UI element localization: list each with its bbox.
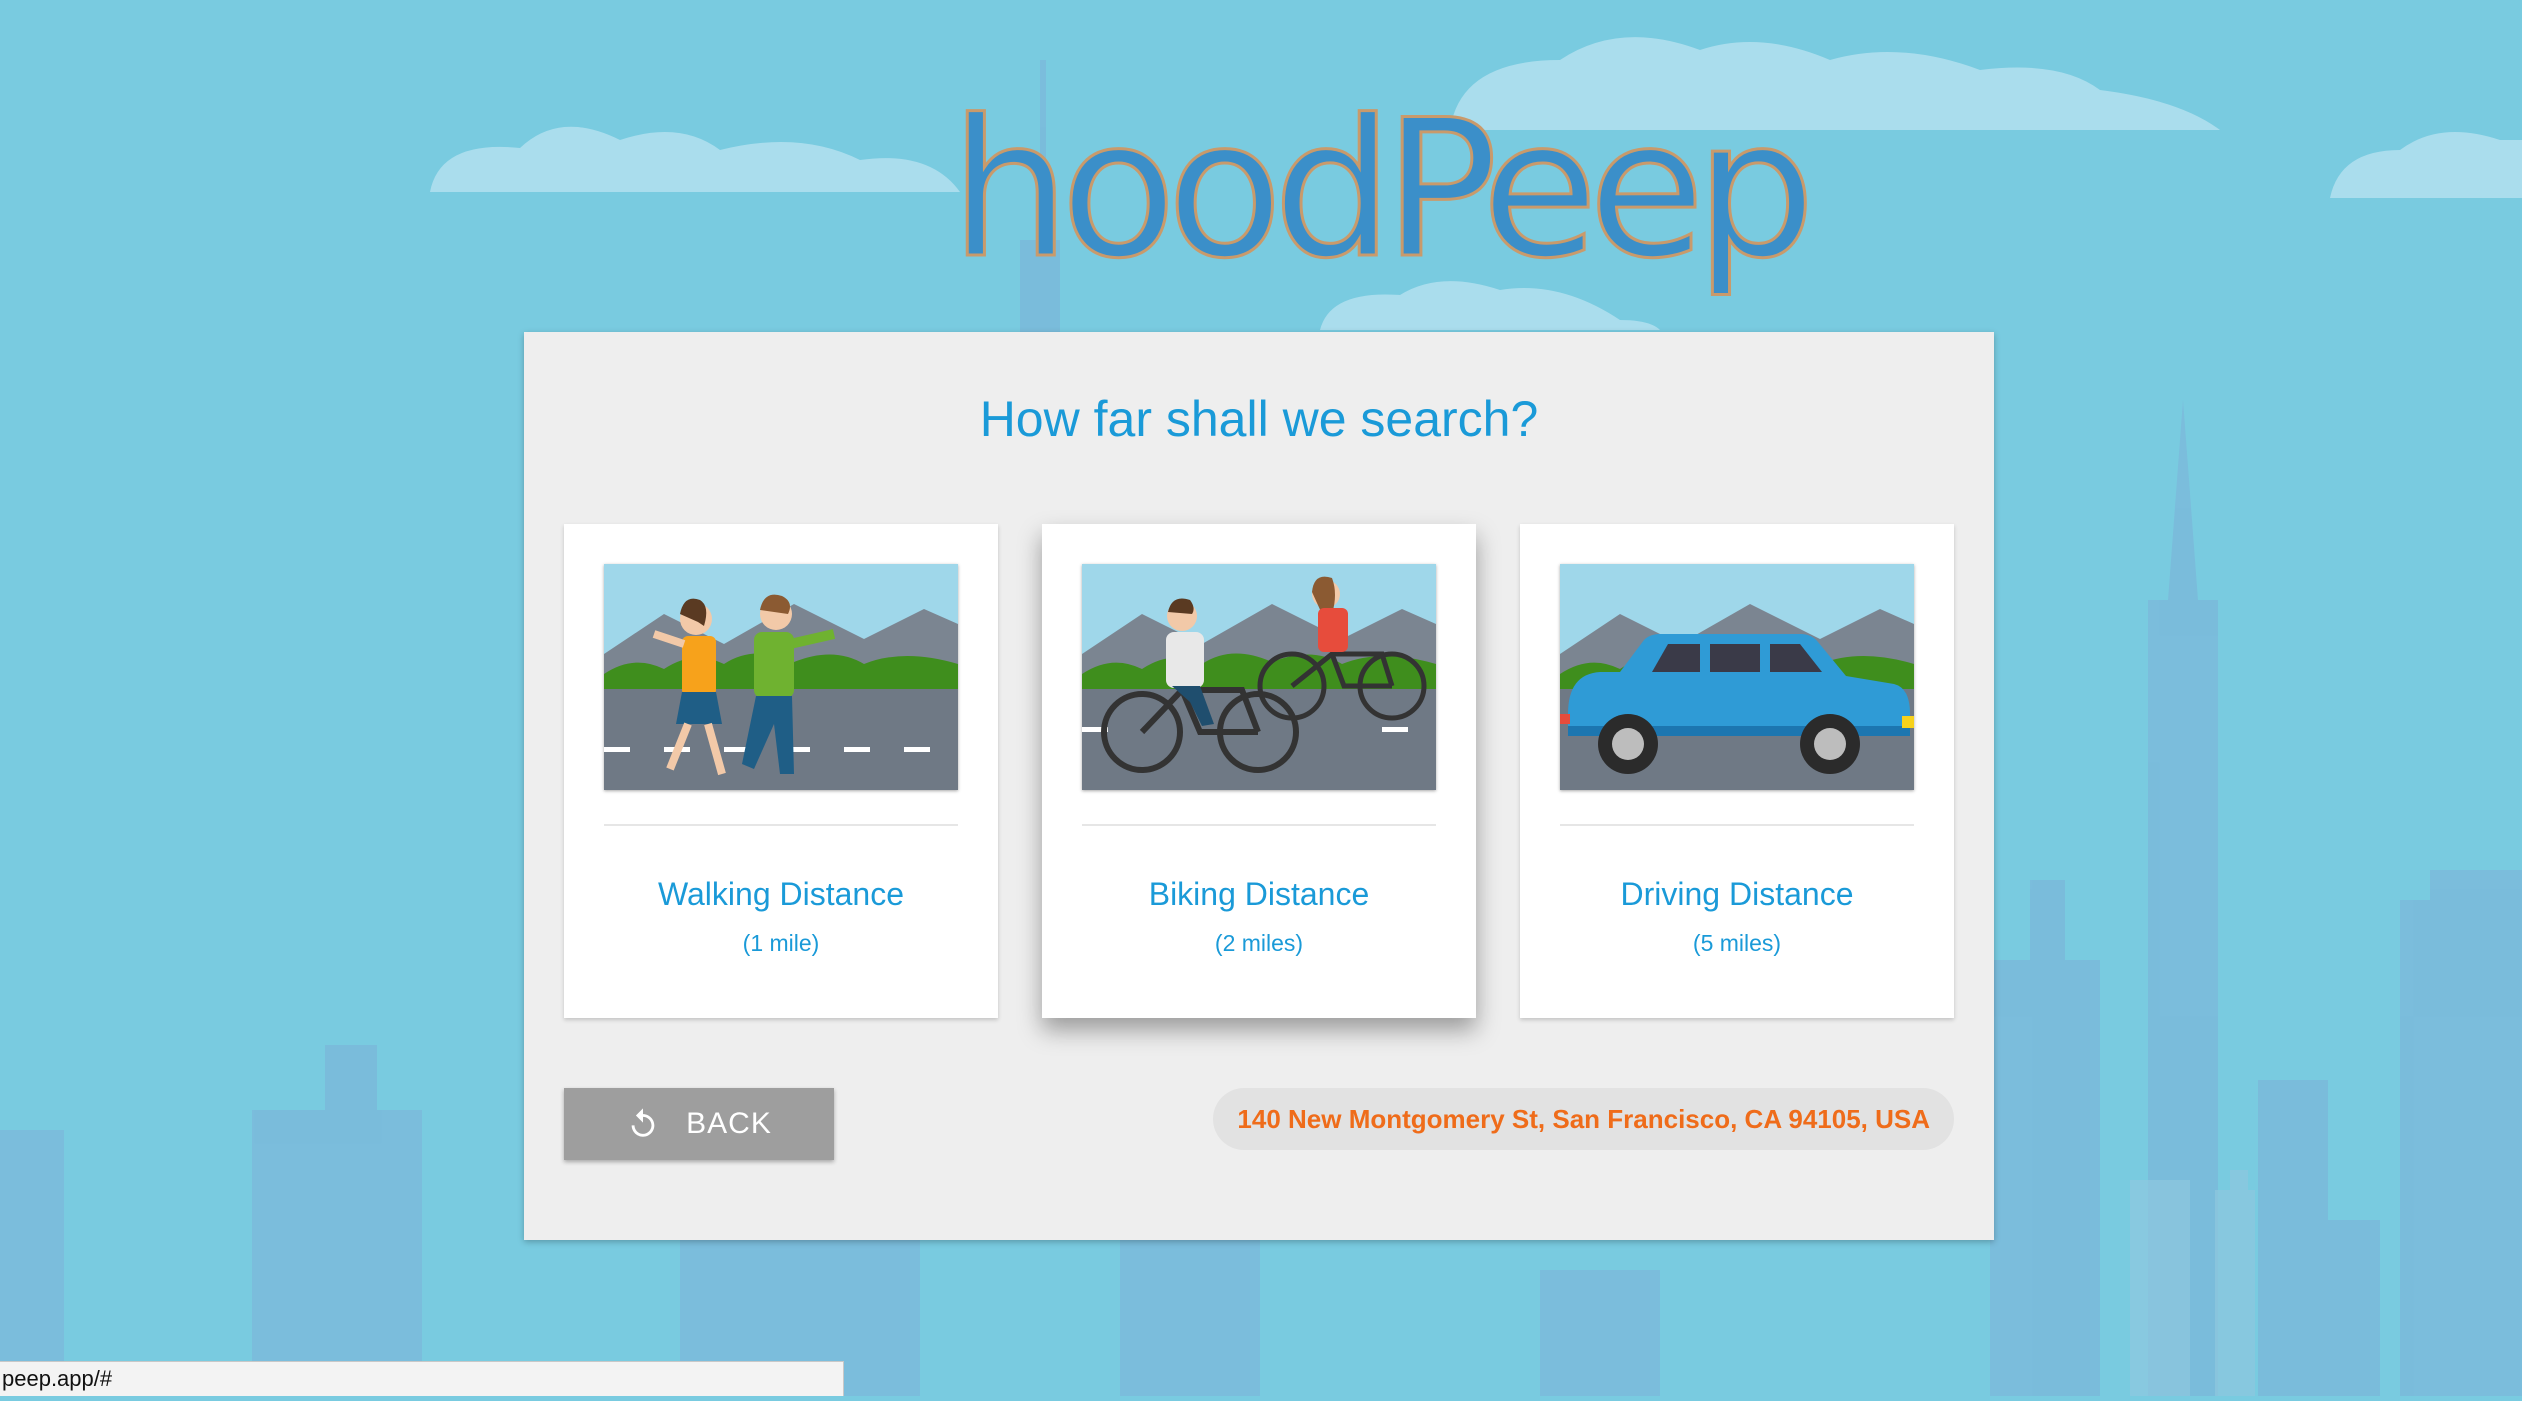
app-logo[interactable]: hoodPeep — [949, 55, 1818, 286]
option-title: Biking Distance — [1148, 876, 1370, 912]
option-subtitle: (1 mile) — [742, 930, 820, 956]
option-title: Walking Distance — [657, 876, 904, 912]
address-chip: 140 New Montgomery St, San Francisco, CA… — [1213, 1088, 1954, 1150]
card-divider — [1560, 824, 1914, 826]
option-subtitle: (2 miles) — [1214, 930, 1304, 956]
biking-distance-option[interactable]: Biking Distance (2 miles) — [1042, 524, 1476, 1018]
walking-distance-option[interactable]: Walking Distance (1 mile) — [564, 524, 998, 1018]
biking-illustration — [1082, 564, 1436, 790]
undo-icon — [631, 1108, 655, 1137]
walking-illustration — [604, 564, 958, 790]
logo-text: hoodPeep — [949, 79, 1818, 300]
status-bar-url: peep.app/# — [0, 1361, 844, 1396]
driving-illustration — [1560, 564, 1914, 790]
driving-distance-option[interactable]: Driving Distance (5 miles) — [1520, 524, 1954, 1018]
option-subtitle: (5 miles) — [1692, 930, 1782, 956]
card-divider — [604, 824, 958, 826]
back-button[interactable]: BACK — [564, 1088, 834, 1160]
page-title: How far shall we search? — [979, 391, 1539, 447]
card-divider — [1082, 824, 1436, 826]
distance-selection-panel: How far shall we search? Walking Distanc… — [524, 332, 1994, 1240]
option-title: Driving Distance — [1620, 876, 1854, 912]
back-button-label: BACK — [686, 1107, 772, 1140]
